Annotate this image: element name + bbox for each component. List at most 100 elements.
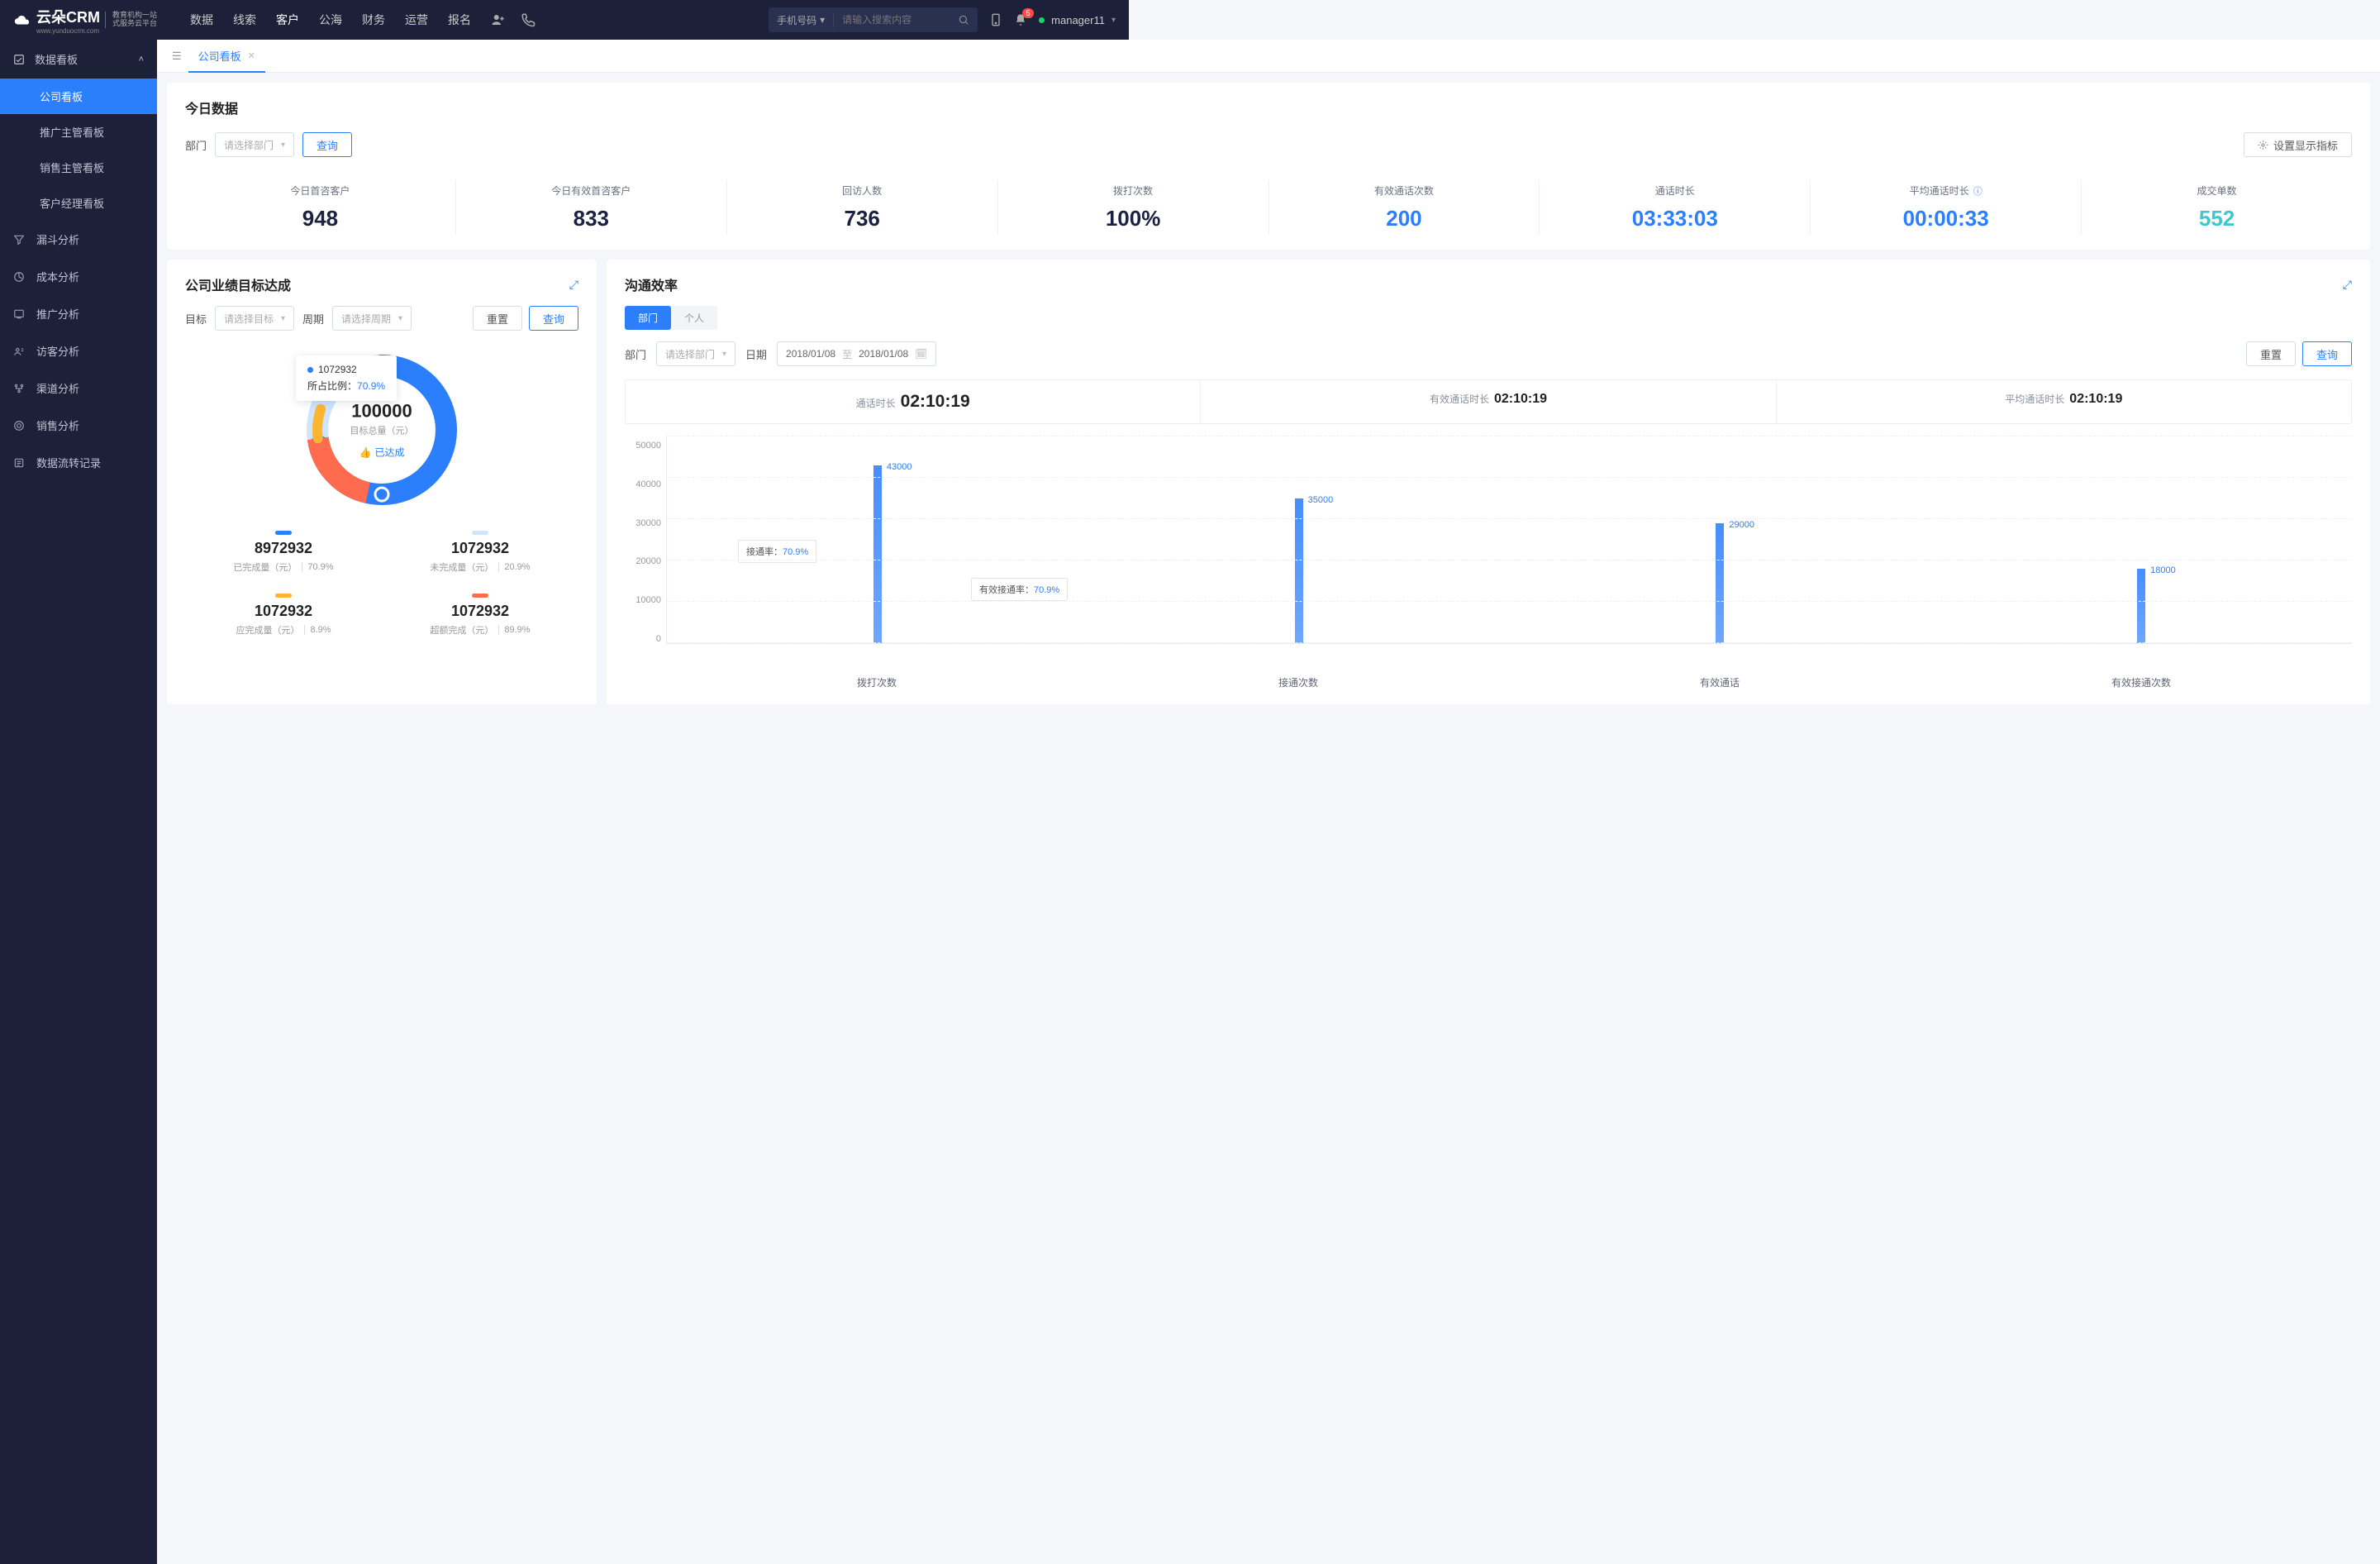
tab-personal[interactable]: 个人 bbox=[671, 306, 717, 330]
metric: 今日有效首咨客户833 bbox=[456, 180, 727, 235]
target-select[interactable]: 请选择目标▾ bbox=[215, 306, 294, 331]
hamburger-icon[interactable]: ☰ bbox=[165, 45, 188, 68]
target-label: 目标 bbox=[185, 311, 207, 327]
settings-button[interactable]: 设置显示指标 bbox=[2244, 132, 2352, 157]
stat: 有效通话时长02:10:19 bbox=[1201, 380, 1776, 423]
search-input[interactable] bbox=[834, 14, 950, 26]
dept-label: 部门 bbox=[185, 137, 207, 153]
sidebar-item[interactable]: 推广分析 bbox=[0, 295, 157, 332]
sidebar-item[interactable]: 销售分析 bbox=[0, 407, 157, 444]
sidebar-group-dashboard[interactable]: 数据看板 ˄ bbox=[0, 40, 157, 79]
dept-label: 部门 bbox=[625, 346, 646, 362]
query-button[interactable]: 查询 bbox=[529, 306, 578, 331]
brand-sub: 教育机构一站式服务云平台 bbox=[105, 12, 157, 28]
sidebar-item[interactable]: 渠道分析 bbox=[0, 370, 157, 407]
nav-item[interactable]: 报名 bbox=[448, 0, 471, 40]
expand-icon[interactable]: ⤢ bbox=[2343, 278, 2352, 292]
tab-dept[interactable]: 部门 bbox=[625, 306, 671, 330]
x-label: 有效接通次数 bbox=[1930, 669, 2352, 689]
nav-item[interactable]: 数据 bbox=[190, 0, 213, 40]
legend-item: 8972932已完成量（元）70.9% bbox=[185, 521, 382, 584]
metric: 成交单数552 bbox=[2082, 180, 2352, 235]
sidebar-item[interactable]: 访客分析 bbox=[0, 332, 157, 370]
bar: 29000 bbox=[1716, 523, 1724, 643]
nav-item[interactable]: 公海 bbox=[319, 0, 342, 40]
flow-icon bbox=[13, 457, 25, 469]
bar-col: 35000 bbox=[1088, 437, 1510, 643]
tabs-bar: ☰ 公司看板 ✕ bbox=[157, 40, 2380, 73]
nav-item[interactable]: 客户 bbox=[276, 0, 299, 40]
calendar-icon: 🗓 bbox=[915, 348, 927, 360]
sidebar-item[interactable]: 推广主管看板 bbox=[0, 114, 157, 150]
donut-center-value: 100000 bbox=[350, 401, 414, 422]
nav-item[interactable]: 运营 bbox=[405, 0, 428, 40]
chevron-down-icon: ▾ bbox=[281, 141, 285, 150]
metric: 今日首咨客户948 bbox=[185, 180, 456, 235]
sidebar-item[interactable]: 客户经理看板 bbox=[0, 185, 157, 221]
expand-icon[interactable]: ⤢ bbox=[569, 278, 578, 292]
tab-company-dashboard[interactable]: 公司看板 ✕ bbox=[188, 39, 265, 73]
status-dot-icon bbox=[1039, 17, 1045, 23]
mobile-icon[interactable] bbox=[989, 13, 1002, 26]
chevron-down-icon: ▾ bbox=[722, 350, 726, 359]
anno-effective-rate: 有效接通率：70.9% bbox=[971, 578, 1068, 601]
brand-name: 云朵CRM bbox=[36, 6, 100, 27]
info-icon[interactable]: ⓘ bbox=[1971, 187, 1983, 197]
query-button[interactable]: 查询 bbox=[2302, 341, 2352, 366]
sidebar-item[interactable]: 数据流转记录 bbox=[0, 444, 157, 481]
x-label: 有效通话 bbox=[1509, 669, 1930, 689]
dot-icon bbox=[307, 367, 313, 373]
phone-icon[interactable] bbox=[521, 12, 536, 27]
cloud-icon bbox=[13, 11, 31, 29]
metric: 回访人数736 bbox=[727, 180, 998, 235]
comm-tabs: 部门 个人 bbox=[625, 306, 717, 330]
sidebar-item[interactable]: 销售主管看板 bbox=[0, 150, 157, 185]
sidebar-item[interactable]: 成本分析 bbox=[0, 258, 157, 295]
legend-item: 1072932超额完成（元）89.9% bbox=[382, 584, 578, 646]
goal-panel: 公司业绩目标达成 ⤢ 目标 请选择目标▾ 周期 请选择周期▾ 重置 查询 bbox=[167, 260, 597, 704]
comm-panel: 沟通效率 ⤢ 部门 个人 部门 请选择部门▾ 日期 2018/01/08 至 2… bbox=[607, 260, 2370, 704]
x-label: 接通次数 bbox=[1088, 669, 1509, 689]
goal-title: 公司业绩目标达成 bbox=[185, 274, 291, 294]
stat: 平均通话时长02:10:19 bbox=[1777, 380, 2351, 423]
search-type-select[interactable]: 手机号码 ▾ bbox=[769, 13, 834, 27]
main-content: 今日数据 部门 请选择部门▾ 查询 设置显示指标 今日首咨客户948今日有效首咨… bbox=[157, 73, 2380, 1564]
dept-select[interactable]: 请选择部门▾ bbox=[215, 132, 294, 157]
close-icon[interactable]: ✕ bbox=[248, 50, 255, 61]
search-group: 手机号码 ▾ bbox=[769, 7, 978, 32]
metric: 有效通话次数200 bbox=[1269, 180, 1540, 235]
top-nav: 数据线索客户公海财务运营报名 bbox=[190, 0, 471, 40]
reset-button[interactable]: 重置 bbox=[2246, 341, 2296, 366]
comm-dept-select[interactable]: 请选择部门▾ bbox=[656, 341, 735, 366]
bar-chart: 50000400003000020000100000 4300035000290… bbox=[625, 437, 2352, 669]
bar-col: 29000 bbox=[1510, 437, 1931, 643]
donut-tooltip: 1072932 所占比例：70.9% bbox=[296, 355, 397, 401]
nav-item[interactable]: 线索 bbox=[233, 0, 256, 40]
add-user-icon[interactable] bbox=[491, 12, 506, 27]
nav-item[interactable]: 财务 bbox=[362, 0, 385, 40]
period-select[interactable]: 请选择周期▾ bbox=[332, 306, 412, 331]
donut-center-sub: 目标总量（元） bbox=[350, 424, 414, 437]
x-label: 拨打次数 bbox=[666, 669, 1088, 689]
sidebar-item[interactable]: 公司看板 bbox=[0, 79, 157, 114]
bar-value: 29000 bbox=[1729, 520, 1754, 530]
bar: 35000 bbox=[1295, 498, 1303, 643]
filter-icon bbox=[13, 234, 25, 246]
search-button[interactable] bbox=[950, 14, 978, 26]
donut-chart: 100000 目标总量（元） 👍 已达成 1072932 所占比例：70.9% bbox=[299, 347, 464, 513]
date-range-picker[interactable]: 2018/01/08 至 2018/01/08 🗓 bbox=[777, 341, 936, 366]
visitor-icon bbox=[13, 346, 25, 357]
date-label: 日期 bbox=[745, 346, 767, 362]
gear-icon bbox=[2258, 140, 2268, 150]
user-menu[interactable]: manager11 ▾ bbox=[1039, 14, 1116, 26]
reset-button[interactable]: 重置 bbox=[473, 306, 522, 331]
sidebar-item[interactable]: 漏斗分析 bbox=[0, 221, 157, 258]
query-button[interactable]: 查询 bbox=[302, 132, 352, 157]
chevron-down-icon: ▾ bbox=[281, 314, 285, 323]
chevron-down-icon: ▾ bbox=[1111, 16, 1116, 25]
sidebar: 数据看板 ˄ 公司看板推广主管看板销售主管看板客户经理看板 漏斗分析成本分析推广… bbox=[0, 40, 157, 1564]
bell-icon[interactable]: 5 bbox=[1014, 13, 1027, 26]
bar-value: 35000 bbox=[1308, 495, 1334, 505]
metric: 拨打次数100% bbox=[998, 180, 1269, 235]
cost-icon bbox=[13, 271, 25, 283]
